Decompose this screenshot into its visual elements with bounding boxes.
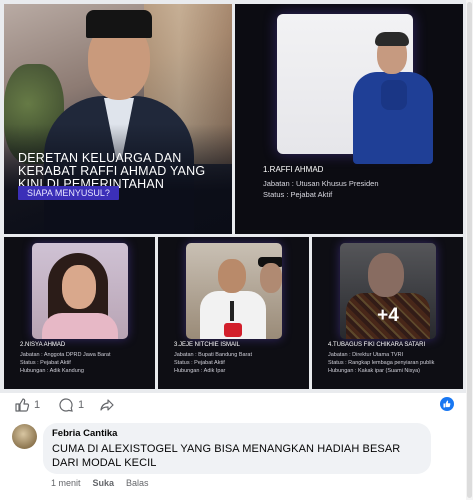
card-position: Jabatan : Utusan Khusus Presiden bbox=[263, 179, 379, 188]
comment-count: 1 bbox=[78, 399, 85, 411]
comment-author[interactable]: Febria Cantika bbox=[52, 428, 422, 439]
commenter-avatar[interactable] bbox=[12, 424, 37, 449]
microphone bbox=[230, 301, 234, 321]
reaction-bar: 1 1 bbox=[0, 393, 466, 419]
facebook-post: DERETAN KELUARGA DAN KERABAT RAFFI AHMAD… bbox=[0, 0, 473, 500]
comment-bubble: Febria Cantika CUMA DI ALEXISTOGEL YANG … bbox=[43, 423, 431, 474]
like-button[interactable]: 1 bbox=[14, 397, 40, 413]
like-reaction-icon[interactable] bbox=[440, 397, 454, 411]
main-tag: SIAPA MENYUSUL? bbox=[18, 186, 119, 200]
card-position: Jabatan : Anggota DPRD Jawa Barat bbox=[20, 352, 111, 358]
card-info: 1.RAFFI AHMAD Jabatan : Utusan Khusus Pr… bbox=[263, 164, 379, 200]
person-peci bbox=[86, 10, 152, 38]
card-info: 2.NISYA AHMAD Jabatan : Anggota DPRD Jaw… bbox=[20, 341, 111, 375]
card-name: 1.RAFFI AHMAD bbox=[263, 165, 324, 174]
person-hair bbox=[375, 32, 409, 46]
podium-logo bbox=[224, 323, 242, 337]
card-photo-frame bbox=[277, 14, 433, 164]
person-blazer bbox=[42, 313, 118, 339]
card-relation: Hubungan : Kakak ipar (Suami Nisya) bbox=[328, 368, 421, 374]
card-position: Jabatan : Bupati Bandung Barat bbox=[174, 352, 252, 358]
person-face bbox=[62, 265, 96, 309]
thumbs-up-icon bbox=[15, 398, 30, 412]
like-count: 1 bbox=[34, 399, 41, 411]
comment-like-button[interactable]: Suka bbox=[93, 478, 115, 488]
comment-text: CUMA DI ALEXISTOGEL YANG BISA MENANGKAN … bbox=[52, 443, 401, 469]
post-image-grid: DERETAN KELUARGA DAN KERABAT RAFFI AHMAD… bbox=[0, 0, 466, 393]
person-background bbox=[260, 263, 282, 293]
image-card-1[interactable]: 1.RAFFI AHMAD Jabatan : Utusan Khusus Pr… bbox=[235, 4, 463, 234]
share-button[interactable] bbox=[99, 397, 115, 413]
card-status: Status : Pejabat Aktif bbox=[174, 360, 225, 366]
person-arm bbox=[381, 80, 407, 110]
share-arrow-icon bbox=[100, 399, 114, 411]
card-position: Jabatan : Direktur Utama TVRI bbox=[328, 352, 404, 358]
comment-reply-button[interactable]: Balas bbox=[126, 478, 149, 488]
card-name: 3.JEJE NITCHIE ISMAIL bbox=[174, 342, 241, 348]
comment-actions: 1 menit Suka Balas bbox=[51, 478, 149, 488]
scrollbar-thumb[interactable] bbox=[467, 2, 472, 498]
card-name: 4.TUBAGUS FIKI CHIKARA SATARI bbox=[328, 342, 426, 348]
image-card-2[interactable]: 2.NISYA AHMAD Jabatan : Anggota DPRD Jaw… bbox=[4, 237, 155, 389]
speech-bubble-icon bbox=[59, 398, 73, 412]
card-status: Status : Pejabat Aktif bbox=[20, 360, 71, 366]
image-card-3[interactable]: 3.JEJE NITCHIE ISMAIL Jabatan : Bupati B… bbox=[158, 237, 309, 389]
image-card-4[interactable]: +4 4.TUBAGUS FIKI CHIKARA SATARI Jabatan… bbox=[312, 237, 463, 389]
card-name: 2.NISYA AHMAD bbox=[20, 342, 66, 348]
page-scrollbar[interactable] bbox=[466, 0, 473, 500]
card-photo-frame bbox=[32, 243, 128, 339]
card-photo-frame bbox=[186, 243, 282, 339]
person-face bbox=[218, 259, 246, 293]
image-main[interactable]: DERETAN KELUARGA DAN KERABAT RAFFI AHMAD… bbox=[4, 4, 232, 234]
card-photo-frame: +4 bbox=[340, 243, 436, 339]
comment-button[interactable]: 1 bbox=[58, 397, 84, 413]
more-photos-count[interactable]: +4 bbox=[340, 305, 436, 327]
card-status: Status : Rangkap lembaga penyiaran publi… bbox=[328, 360, 435, 366]
card-relation: Hubungan : Adik Ipar bbox=[174, 368, 226, 374]
card-status: Status : Pejabat Aktif bbox=[263, 190, 333, 199]
comment-time[interactable]: 1 menit bbox=[51, 478, 81, 488]
card-info: 4.TUBAGUS FIKI CHIKARA SATARI Jabatan : … bbox=[328, 341, 434, 375]
card-info: 3.JEJE NITCHIE ISMAIL Jabatan : Bupati B… bbox=[174, 341, 252, 375]
card-relation: Hubungan : Adik Kandung bbox=[20, 368, 84, 374]
